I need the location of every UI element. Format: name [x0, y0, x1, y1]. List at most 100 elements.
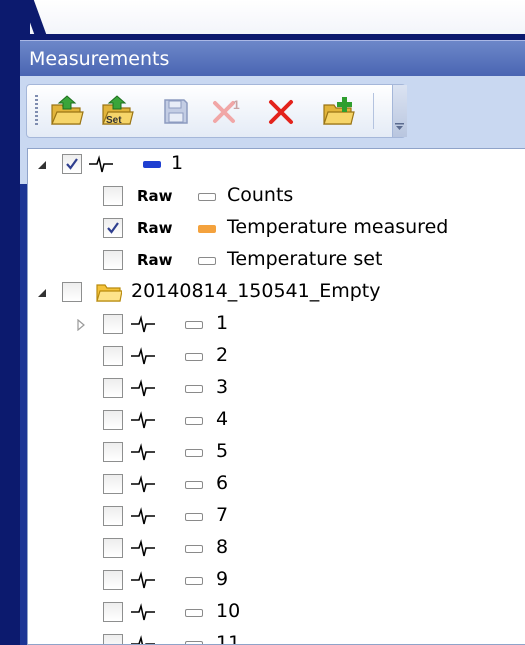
item-label: 11 [216, 632, 241, 645]
signal-pulse-icon [131, 635, 155, 644]
channel-checkbox[interactable] [103, 250, 123, 270]
toolbar: Set 1 [26, 84, 407, 138]
collapsed-arrow-icon[interactable] [75, 319, 87, 331]
tree-node-measurement-item[interactable]: 7 [28, 501, 525, 533]
panel-title: Measurements [20, 40, 525, 76]
tree-node-channel[interactable]: Raw Temperature set [28, 245, 525, 277]
toolbar-grip-icon[interactable] [35, 95, 38, 127]
item-label: 6 [216, 472, 229, 494]
tree-node-measurement[interactable]: 1 [28, 149, 525, 181]
channel-checkbox[interactable] [103, 186, 123, 206]
signal-pulse-icon [131, 475, 155, 493]
series-color-swatch [185, 641, 203, 644]
remove-one-button[interactable]: 1 [209, 93, 245, 129]
tree-node-measurement-item[interactable]: 1 [28, 309, 525, 341]
chevron-down-icon [395, 123, 404, 130]
item-checkbox[interactable] [103, 538, 123, 558]
toolbar-overflow-button[interactable] [392, 85, 407, 137]
measurement-checkbox[interactable] [62, 154, 82, 174]
remove-button[interactable] [263, 93, 299, 129]
channel-type-label: Raw [137, 219, 173, 237]
item-label: 10 [216, 600, 241, 622]
series-color-swatch [185, 609, 203, 617]
tree-node-measurement-item[interactable]: 5 [28, 437, 525, 469]
measurement-label: 1 [171, 152, 184, 174]
signal-pulse-icon [131, 539, 155, 557]
signal-pulse-icon [131, 379, 155, 397]
item-checkbox[interactable] [103, 346, 123, 366]
item-checkbox[interactable] [103, 314, 123, 334]
channel-color-swatch [198, 225, 216, 233]
channel-color-swatch [198, 257, 216, 265]
signal-pulse-icon [131, 571, 155, 589]
series-color-swatch [185, 417, 203, 425]
signal-pulse-icon [89, 155, 113, 173]
item-label: 1 [216, 312, 229, 334]
tree-node-measurement-item[interactable]: 10 [28, 597, 525, 629]
channel-color-swatch [198, 193, 216, 201]
tree-node-measurement-item[interactable]: 8 [28, 533, 525, 565]
tree-node-measurement-item[interactable]: 11 [28, 629, 525, 645]
item-label: 5 [216, 440, 229, 462]
item-checkbox[interactable] [103, 442, 123, 462]
expanded-arrow-icon[interactable] [36, 159, 48, 171]
open-folder-arrow-icon [51, 95, 84, 125]
add-folder-icon [323, 97, 355, 125]
signal-pulse-icon [131, 507, 155, 525]
series-color-swatch [185, 545, 203, 553]
tree-node-measurement-item[interactable]: 6 [28, 469, 525, 501]
series-color-swatch [185, 481, 203, 489]
signal-pulse-icon [131, 315, 155, 333]
add-folder-button[interactable] [321, 93, 357, 129]
channel-label: Counts [227, 184, 294, 206]
series-color-swatch [185, 513, 203, 521]
tree-node-measurement-item[interactable]: 9 [28, 565, 525, 597]
signal-pulse-icon [131, 603, 155, 621]
item-label: 3 [216, 376, 229, 398]
channel-checkbox[interactable] [103, 218, 123, 238]
signal-pulse-icon [131, 443, 155, 461]
measurements-panel: Measurements Set 1 1 Raw Counts Raw Temp… [20, 40, 525, 645]
tree-node-channel[interactable]: Raw Counts [28, 181, 525, 213]
open-folder-button[interactable] [49, 93, 85, 129]
series-color-swatch [143, 161, 161, 168]
item-checkbox[interactable] [103, 474, 123, 494]
signal-pulse-icon [131, 411, 155, 429]
measurements-tree: 1 Raw Counts Raw Temperature measured Ra… [27, 148, 525, 645]
item-checkbox[interactable] [103, 570, 123, 590]
item-checkbox[interactable] [103, 634, 123, 644]
item-label: 4 [216, 408, 229, 430]
item-label: 9 [216, 568, 229, 590]
item-label: 2 [216, 344, 229, 366]
item-label: 8 [216, 536, 229, 558]
svg-text:Set: Set [106, 115, 122, 126]
series-color-swatch [185, 385, 203, 393]
open-set-button[interactable]: Set [99, 93, 135, 129]
window-top-bar [30, 0, 525, 34]
series-color-swatch [185, 353, 203, 361]
channel-label: Temperature set [227, 248, 383, 270]
tree-node-measurement-item[interactable]: 3 [28, 373, 525, 405]
remove-one-icon: 1 [213, 98, 240, 123]
toolbar-separator [373, 93, 374, 129]
expanded-arrow-icon[interactable] [36, 287, 48, 299]
item-checkbox[interactable] [103, 506, 123, 526]
save-button[interactable] [157, 93, 193, 129]
series-color-swatch [185, 321, 203, 329]
check-icon [66, 158, 78, 170]
item-checkbox[interactable] [103, 602, 123, 622]
item-checkbox[interactable] [103, 378, 123, 398]
tree-node-folder[interactable]: 20140814_150541_Empty [28, 277, 525, 309]
folder-label: 20140814_150541_Empty [131, 280, 381, 302]
item-label: 7 [216, 504, 229, 526]
tree-node-measurement-item[interactable]: 4 [28, 405, 525, 437]
folder-checkbox[interactable] [62, 282, 82, 302]
series-color-swatch [185, 449, 203, 457]
check-icon [107, 222, 119, 234]
remove-icon [269, 100, 293, 124]
item-checkbox[interactable] [103, 410, 123, 430]
series-color-swatch [185, 577, 203, 585]
tree-node-measurement-item[interactable]: 2 [28, 341, 525, 373]
tree-node-channel[interactable]: Raw Temperature measured [28, 213, 525, 245]
channel-type-label: Raw [137, 251, 173, 269]
